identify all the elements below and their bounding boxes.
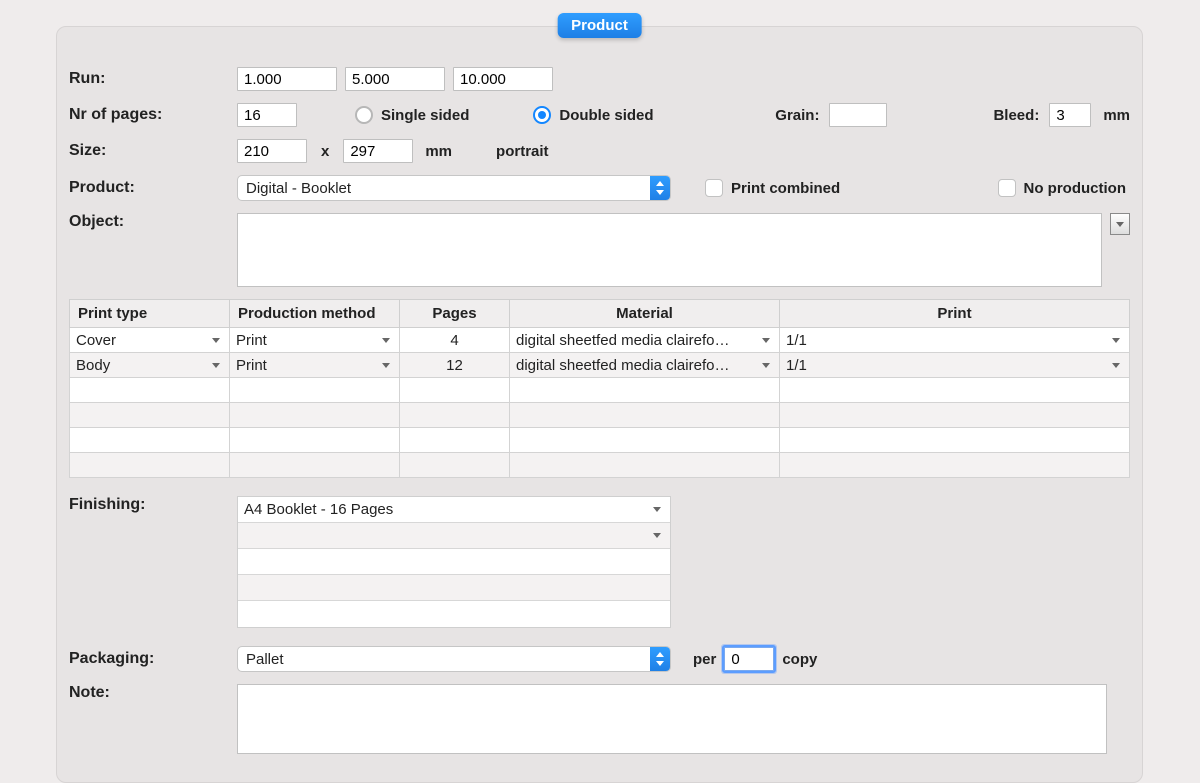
packaging-qty-input[interactable] — [724, 647, 774, 671]
pages-cell: 4 — [400, 328, 509, 352]
col-print: Print — [780, 300, 1130, 328]
per-label: per — [693, 651, 716, 668]
size-height-input[interactable] — [343, 139, 413, 163]
chevron-updown-icon — [650, 647, 670, 671]
single-sided-radio[interactable] — [355, 106, 373, 124]
single-sided-label: Single sided — [381, 107, 469, 124]
run-input-3[interactable] — [453, 67, 553, 91]
finishing-label: Finishing: — [69, 496, 229, 514]
finishing-row[interactable] — [238, 523, 670, 549]
run-input-2[interactable] — [345, 67, 445, 91]
pages-cell: 12 — [400, 353, 509, 377]
run-label: Run: — [69, 70, 229, 88]
nrpages-input[interactable] — [237, 103, 297, 127]
orientation-label: portrait — [496, 143, 549, 160]
size-unit: mm — [425, 143, 452, 160]
bleed-label: Bleed: — [993, 107, 1039, 124]
chevron-down-icon — [382, 363, 390, 368]
print-combined-label: Print combined — [731, 180, 840, 197]
nrpages-label: Nr of pages: — [69, 106, 229, 124]
chevron-down-icon — [1112, 338, 1120, 343]
prod-method-cell[interactable]: Print — [230, 353, 399, 377]
chevron-down-icon — [212, 363, 220, 368]
packaging-label: Packaging: — [69, 650, 229, 668]
product-dropdown[interactable]: Digital - Booklet — [237, 175, 671, 201]
copy-label: copy — [782, 651, 817, 668]
bleed-input[interactable] — [1049, 103, 1091, 127]
chevron-down-icon — [382, 338, 390, 343]
chevron-down-icon — [762, 338, 770, 343]
production-table: Print type Production method Pages Mater… — [69, 299, 1130, 478]
col-pages: Pages — [400, 300, 510, 328]
no-production-label: No production — [1024, 180, 1126, 197]
note-textarea[interactable] — [237, 684, 1107, 754]
finishing-list: A4 Booklet - 16 Pages — [237, 496, 671, 628]
table-row: Body Print 12 digital sheetfed media cla… — [70, 353, 1130, 378]
chevron-down-icon — [212, 338, 220, 343]
finishing-row[interactable]: A4 Booklet - 16 Pages — [238, 497, 670, 523]
prod-method-cell[interactable]: Print — [230, 328, 399, 352]
print-type-cell[interactable]: Cover — [70, 328, 229, 352]
bleed-unit: mm — [1103, 107, 1130, 124]
product-tab[interactable]: Product — [557, 13, 642, 38]
size-x: x — [315, 143, 335, 160]
finishing-row[interactable] — [238, 549, 670, 575]
note-label: Note: — [69, 684, 229, 702]
double-sided-radio[interactable] — [533, 106, 551, 124]
chevron-down-icon — [653, 507, 661, 512]
table-row: Cover Print 4 digital sheetfed media cla… — [70, 328, 1130, 353]
col-material: Material — [510, 300, 780, 328]
grain-label: Grain: — [775, 107, 819, 124]
chevron-updown-icon — [650, 176, 670, 200]
object-label: Object: — [69, 213, 229, 231]
col-print-type: Print type — [70, 300, 230, 328]
size-label: Size: — [69, 142, 229, 160]
print-combined-checkbox[interactable] — [705, 179, 723, 197]
object-dropdown-button[interactable] — [1110, 213, 1130, 235]
object-textarea[interactable] — [237, 213, 1102, 287]
no-production-checkbox[interactable] — [998, 179, 1016, 197]
print-cell[interactable]: 1/1 — [780, 353, 1129, 377]
finishing-row[interactable] — [238, 601, 670, 627]
size-width-input[interactable] — [237, 139, 307, 163]
finishing-row[interactable] — [238, 575, 670, 601]
packaging-dropdown[interactable]: Pallet — [237, 646, 671, 672]
product-dropdown-value: Digital - Booklet — [238, 180, 650, 197]
chevron-down-icon — [762, 363, 770, 368]
packaging-dropdown-value: Pallet — [238, 651, 650, 668]
run-input-1[interactable] — [237, 67, 337, 91]
grain-input[interactable] — [829, 103, 887, 127]
print-cell[interactable]: 1/1 — [780, 328, 1129, 352]
double-sided-label: Double sided — [559, 107, 653, 124]
print-type-cell[interactable]: Body — [70, 353, 229, 377]
material-cell[interactable]: digital sheetfed media clairefo… — [510, 328, 779, 352]
product-label: Product: — [69, 179, 229, 197]
chevron-down-icon — [1116, 222, 1124, 227]
chevron-down-icon — [1112, 363, 1120, 368]
chevron-down-icon — [653, 533, 661, 538]
material-cell[interactable]: digital sheetfed media clairefo… — [510, 353, 779, 377]
col-prod-method: Production method — [230, 300, 400, 328]
